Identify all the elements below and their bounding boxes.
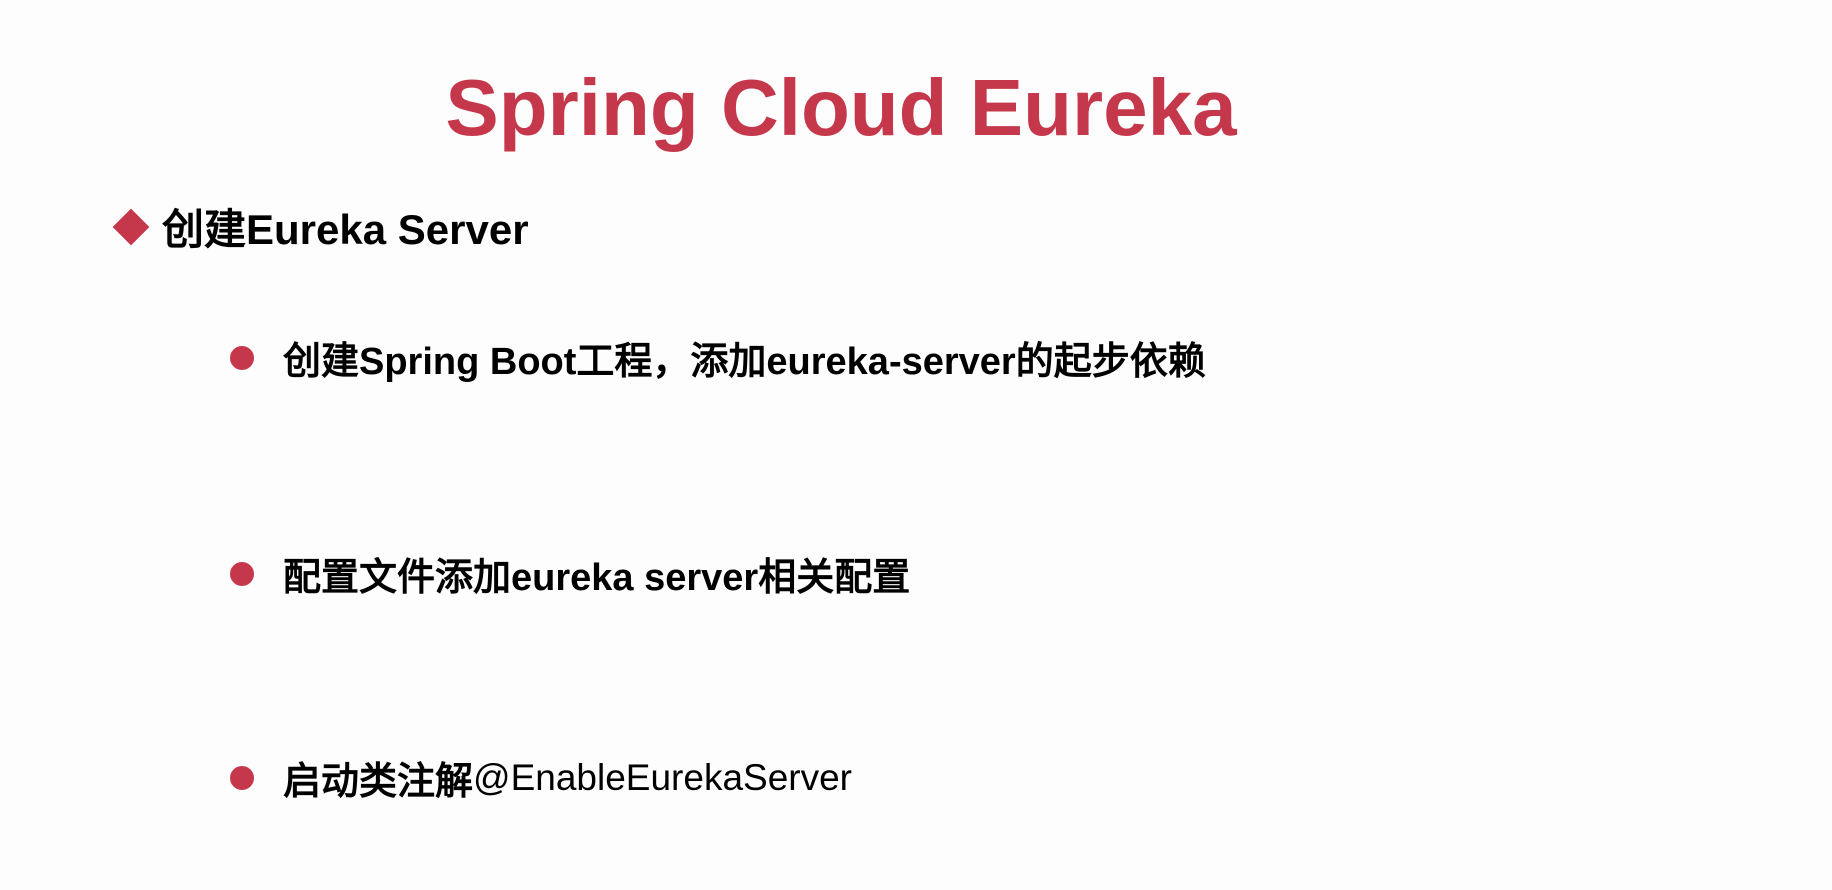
section-heading: 创建Eureka Server	[112, 196, 529, 257]
list-item: 启动类注解 @EnableEurekaServer	[230, 750, 852, 805]
bullet-dot-icon	[230, 561, 254, 586]
heading-text: 创建Eureka Server	[162, 206, 529, 253]
list-item-text: 配置文件添加eureka server相关配置	[283, 557, 911, 599]
list-item-text: 创建Spring Boot工程，添加eureka-server的起步依赖	[283, 341, 1206, 383]
list-item-text: 启动类注解	[283, 761, 474, 803]
list-item: 创建Spring Boot工程，添加eureka-server的起步依赖	[230, 330, 1206, 385]
bullet-dot-icon	[230, 765, 254, 790]
bullet-dot-icon	[230, 345, 254, 370]
list-item: 配置文件添加eureka server相关配置	[230, 546, 910, 601]
diamond-icon	[112, 208, 150, 245]
slide-title: Spring Cloud Eureka	[445, 63, 1237, 152]
annotation-code: @EnableEurekaServer	[473, 756, 852, 798]
